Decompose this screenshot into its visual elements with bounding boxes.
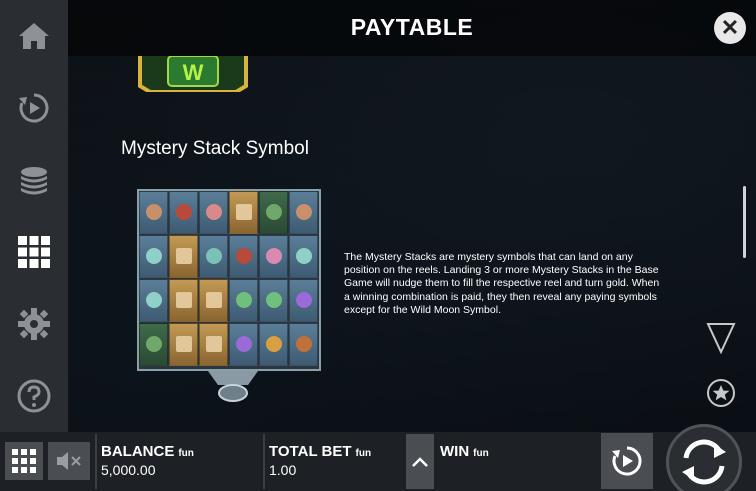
- spin-icon: [682, 439, 726, 485]
- sidebar-item-help[interactable]: [14, 376, 54, 416]
- mystery-stack-reels-image: [137, 189, 321, 371]
- spin-button[interactable]: [666, 424, 742, 491]
- sidebar-item-replay[interactable]: [14, 88, 54, 128]
- shield-icon[interactable]: [706, 322, 736, 354]
- bet-increase-button[interactable]: [406, 434, 434, 489]
- balance-label: BALANCE fun: [101, 443, 194, 460]
- speaker-muted-icon: [57, 452, 81, 470]
- section-title: Mystery Stack Symbol: [121, 138, 309, 159]
- sidebar-item-paytable[interactable]: [14, 232, 54, 272]
- chevron-up-icon: [412, 456, 428, 467]
- win-label: WIN fun: [440, 443, 489, 460]
- section-description: The Mystery Stacks are mystery symbols t…: [344, 251, 660, 316]
- star-icon[interactable]: [706, 378, 736, 408]
- paytable-panel: PAYTABLE ✕ W Mystery Stack Symbol The My…: [68, 0, 756, 432]
- sidebar-item-coins[interactable]: [14, 160, 54, 200]
- divider: [263, 434, 265, 489]
- wild-symbol-image: W: [138, 56, 248, 92]
- scrollbar-thumb[interactable]: [743, 186, 746, 258]
- autoplay-button[interactable]: [601, 433, 653, 489]
- grid-icon: [12, 449, 36, 473]
- autoplay-icon: [612, 446, 642, 476]
- grid-icon: [18, 236, 50, 268]
- close-icon: ✕: [720, 15, 740, 40]
- help-icon: [17, 379, 51, 413]
- sidebar-item-home[interactable]: [14, 16, 54, 56]
- divider: [95, 434, 97, 489]
- sound-toggle-button[interactable]: [48, 442, 90, 480]
- close-button[interactable]: ✕: [714, 12, 746, 44]
- wild-letter: W: [183, 60, 204, 85]
- gear-icon: [18, 308, 50, 340]
- page-title: PAYTABLE: [350, 14, 474, 40]
- total-bet-value: 1.00: [269, 462, 297, 478]
- coins-icon: [21, 167, 47, 195]
- menu-button[interactable]: [5, 442, 43, 480]
- reel-base-ornament: [208, 371, 258, 402]
- home-icon: [19, 23, 49, 49]
- total-bet-label: TOTAL BET fun: [269, 443, 372, 460]
- balance-value: 5,000.00: [101, 462, 156, 478]
- sidebar: [0, 0, 68, 432]
- replay-icon: [19, 93, 49, 123]
- sidebar-item-settings[interactable]: [14, 304, 54, 344]
